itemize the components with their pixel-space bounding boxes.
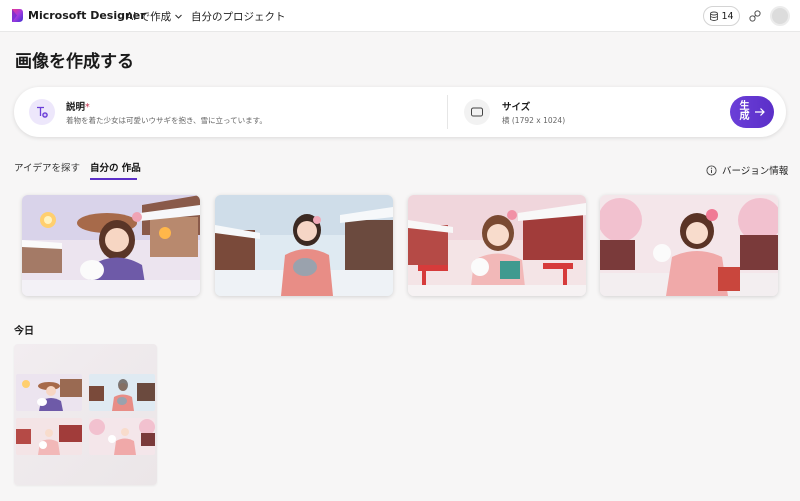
designer-logo-icon[interactable]: [10, 8, 24, 23]
today-thumbnail-2[interactable]: [89, 374, 155, 411]
text-plus-icon: [29, 99, 55, 125]
version-info-button[interactable]: バージョン情報: [706, 163, 788, 177]
nav-ai-create[interactable]: AI で作成: [126, 9, 183, 24]
today-thumbnail-1[interactable]: [16, 374, 82, 411]
nav-my-projects[interactable]: 自分のプロジェクト: [191, 9, 286, 24]
chevron-down-icon: [175, 14, 183, 19]
today-image-group[interactable]: [14, 344, 157, 485]
prompt-divider: [447, 95, 448, 129]
arrow-right-icon: [754, 108, 765, 116]
generate-label: 生成: [739, 101, 750, 122]
description-input[interactable]: 着物を着た少女は可愛いウサギを抱き、雪に立っています。: [66, 115, 267, 126]
tab-ideas[interactable]: アイデアを探す: [14, 160, 80, 174]
credits-count: 14: [721, 10, 734, 22]
tab-my-works[interactable]: 自分の 作品: [90, 160, 141, 174]
size-label: サイズ: [502, 102, 531, 113]
link-icon[interactable]: [748, 9, 762, 23]
rectangle-icon: [464, 99, 490, 125]
info-icon: [706, 164, 717, 176]
generated-image-4[interactable]: [600, 195, 778, 296]
page-title: 画像を作成する: [15, 52, 134, 72]
credits-badge[interactable]: 14: [703, 6, 740, 26]
coin-icon: [710, 11, 719, 21]
active-tab-indicator: [90, 178, 137, 180]
today-heading: 今日: [14, 326, 34, 337]
user-avatar[interactable]: [770, 6, 790, 26]
generated-image-2[interactable]: [215, 195, 393, 296]
size-selector[interactable]: 横 (1792 x 1024): [502, 115, 565, 126]
today-thumbnail-3[interactable]: [16, 418, 82, 455]
description-label-text: 説明: [66, 102, 86, 113]
generated-image-3[interactable]: [408, 195, 586, 296]
generate-button[interactable]: 生成: [730, 96, 774, 128]
top-bar: Microsoft Designer AI で作成 自分のプロジェクト 14: [0, 0, 800, 32]
nav-ai-label: AI で作成: [126, 11, 172, 23]
version-info-label: バージョン情報: [722, 166, 789, 177]
generated-image-1[interactable]: [22, 195, 200, 296]
prompt-bar: 説明* 着物を着た少女は可愛いウサギを抱き、雪に立っています。 サイズ 横 (1…: [14, 87, 786, 137]
today-thumbnail-4[interactable]: [89, 418, 155, 455]
description-label: 説明*: [66, 99, 90, 113]
required-mark: *: [85, 102, 90, 113]
